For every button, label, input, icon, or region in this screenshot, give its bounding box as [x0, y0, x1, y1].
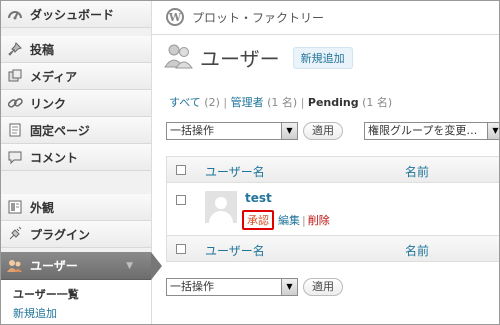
filter-all-link[interactable]: すべて — [169, 96, 201, 109]
sidebar-item-appearance[interactable]: 外観 — [1, 194, 151, 221]
sidebar-item-pages[interactable]: 固定ページ — [1, 117, 151, 144]
sidebar-item-label: 固定ページ — [30, 123, 90, 138]
sidebar-item-label: ユーザー — [30, 259, 78, 273]
users-icon — [7, 258, 23, 274]
bulk-action-select-bottom[interactable]: 一括操作 ▼ — [166, 278, 298, 296]
delete-link[interactable]: 削除 — [308, 212, 330, 228]
select-all-checkbox-footer[interactable] — [176, 244, 186, 254]
sidebar-item-users[interactable]: ユーザー ▼ — [1, 252, 162, 280]
username-link[interactable]: test — [245, 191, 272, 205]
page-icon — [7, 122, 23, 138]
main-content: W プロット・ファクトリー ユーザー 新規追加 すべて (2) | 管理者 (1… — [152, 1, 499, 324]
sidebar-item-label: プラグイン — [30, 227, 91, 242]
avatar — [205, 191, 237, 223]
sidebar-item-links[interactable]: リンク — [1, 90, 151, 117]
bulk-apply-button-bottom[interactable]: 適用 — [303, 278, 343, 296]
admin-window: ダッシュボード 投稿 メディア リンク 固定ページ コメント 外観 プラグイン … — [0, 0, 500, 325]
sidebar-item-dashboard[interactable]: ダッシュボード — [1, 1, 151, 28]
edit-link[interactable]: 編集 — [278, 212, 300, 228]
bulk-action-value: 一括操作 — [170, 124, 214, 137]
page-title: ユーザー — [200, 47, 280, 71]
submenu-item-user-list[interactable]: ユーザー一覧 — [13, 286, 79, 302]
bulk-apply-button-top[interactable]: 適用 — [303, 122, 343, 140]
site-header: W プロット・ファクトリー — [166, 8, 324, 26]
bulk-action-select-top[interactable]: 一括操作 ▼ — [166, 122, 298, 140]
column-footer-name[interactable]: 名前 — [405, 242, 429, 259]
sidebar-item-label: メディア — [30, 69, 78, 84]
approve-link[interactable]: 承認 — [242, 210, 274, 230]
user-role-filters: すべて (2) | 管理者 (1 名) | Pending (1 名) — [169, 94, 392, 110]
sidebar-item-label: ダッシュボード — [30, 7, 115, 22]
submenu-item-add-new[interactable]: 新規追加 — [13, 305, 57, 321]
comment-icon — [7, 149, 23, 165]
link-icon — [7, 95, 23, 111]
users-page-icon — [164, 41, 194, 74]
sidebar-separator — [1, 28, 151, 36]
pushpin-icon — [7, 41, 23, 57]
table-header: ユーザー名 名前 — [166, 156, 499, 183]
chevron-down-icon: ▼ — [281, 123, 297, 139]
site-name[interactable]: プロット・ファクトリー — [192, 9, 324, 26]
chevron-down-icon: ▼ — [281, 279, 297, 295]
select-all-checkbox[interactable] — [176, 165, 186, 175]
filter-admin-link[interactable]: 管理者 — [231, 96, 264, 109]
sidebar-item-plugins[interactable]: プラグイン — [1, 221, 151, 248]
column-header-name[interactable]: 名前 — [405, 163, 429, 180]
appearance-icon — [7, 199, 23, 215]
filter-pending-count: (1 名) — [362, 96, 393, 109]
sidebar-separator — [1, 171, 151, 194]
admin-sidebar: ダッシュボード 投稿 メディア リンク 固定ページ コメント 外観 プラグイン … — [1, 1, 162, 324]
change-role-select[interactable]: 権限グループを変更… ▼ — [364, 122, 499, 140]
column-header-username[interactable]: ユーザー名 — [205, 163, 265, 180]
row-checkbox[interactable] — [176, 195, 186, 205]
page-heading: ユーザー 新規追加 — [164, 41, 353, 74]
sidebar-item-label: コメント — [30, 150, 79, 165]
sidebar-item-label: リンク — [30, 96, 67, 111]
sidebar-item-posts[interactable]: 投稿 — [1, 36, 151, 63]
collapse-caret-icon[interactable]: ▼ — [126, 261, 133, 271]
change-role-value: 権限グループを変更… — [368, 124, 478, 137]
media-icon — [7, 68, 23, 84]
sidebar-item-label: 投稿 — [30, 42, 55, 57]
sidebar-item-media[interactable]: メディア — [1, 63, 151, 90]
plugin-icon — [7, 226, 23, 242]
wordpress-logo-icon: W — [166, 8, 184, 26]
filter-separator: | — [300, 96, 305, 109]
row-actions: 承認 編集 | 削除 — [242, 210, 330, 230]
sidebar-item-comments[interactable]: コメント — [1, 144, 151, 171]
action-separator: | — [302, 213, 306, 227]
filter-all-count: (2) — [204, 96, 220, 109]
chevron-down-icon: ▼ — [487, 123, 499, 139]
bulk-action-value: 一括操作 — [170, 280, 214, 293]
table-row: test 承認 編集 | 削除 — [166, 183, 499, 235]
add-new-user-button[interactable]: 新規追加 — [292, 46, 353, 69]
filter-separator: | — [223, 96, 228, 109]
table-footer: ユーザー名 名前 — [166, 235, 499, 262]
column-footer-username[interactable]: ユーザー名 — [205, 242, 265, 259]
filter-admin-count: (1 名) — [267, 96, 298, 109]
sidebar-item-label: 外観 — [30, 200, 55, 215]
users-submenu: ユーザー一覧 新規追加 — [1, 280, 151, 324]
header-divider — [152, 34, 499, 35]
filter-pending-current[interactable]: Pending — [308, 96, 359, 109]
dashboard-icon — [7, 6, 23, 22]
